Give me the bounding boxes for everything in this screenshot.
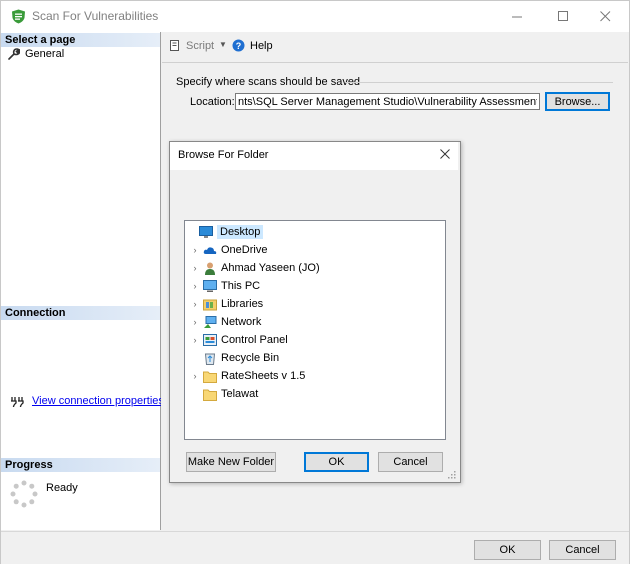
tree-item-label: Telawat [221, 388, 259, 400]
dialog-title: Browse For Folder [178, 149, 269, 161]
tree-item-label: Desktop [217, 225, 264, 239]
location-label: Location: [190, 96, 235, 108]
tree-item-telawat[interactable]: Telawat [185, 385, 258, 403]
tree-item-label: RateSheets v 1.5 [221, 370, 306, 382]
libraries-icon [203, 299, 217, 310]
tree-item-ratesheets[interactable]: › RateSheets v 1.5 [185, 367, 305, 385]
tree-item-user[interactable]: › Ahmad Yaseen (JO) [185, 259, 320, 277]
shield-app-icon [12, 9, 25, 24]
tree-item-desktop[interactable]: Desktop [185, 223, 264, 241]
folder-icon [203, 389, 217, 401]
cancel-button[interactable]: Cancel [549, 540, 616, 560]
resize-grip-icon[interactable] [447, 470, 456, 479]
maximize-icon [557, 11, 568, 21]
tree-item-label: This PC [221, 280, 261, 292]
tree-item-this-pc[interactable]: › This PC [185, 277, 260, 295]
help-button[interactable]: ? Help [232, 39, 273, 52]
chevron-right-icon: › [193, 281, 197, 291]
minimize-icon [511, 16, 522, 18]
computer-icon [203, 279, 217, 292]
svg-text:?: ? [236, 41, 242, 51]
tree-item-label: OneDrive [221, 244, 268, 256]
chevron-right-icon: › [193, 317, 197, 327]
close-icon [599, 11, 610, 22]
browse-button[interactable]: Browse... [545, 92, 610, 111]
folder-icon [203, 371, 217, 383]
user-icon [205, 262, 215, 275]
window-title: Scan For Vulnerabilities [32, 9, 159, 23]
close-button[interactable] [582, 1, 628, 32]
group-divider [345, 82, 613, 83]
help-label: Help [250, 39, 273, 52]
script-button[interactable]: Script [169, 39, 214, 52]
plug-icon [11, 397, 24, 408]
minimize-button[interactable] [494, 1, 540, 32]
folder-tree[interactable]: Desktop › OneDrive › Ahmad Yaseen (JO) ›… [184, 220, 446, 440]
recycle-bin-icon [204, 353, 216, 365]
progress-status: Ready [46, 482, 78, 494]
chevron-right-icon: › [193, 299, 197, 309]
network-icon [204, 315, 217, 328]
chevron-right-icon: › [193, 245, 197, 255]
make-new-folder-button[interactable]: Make New Folder [186, 452, 276, 472]
view-connection-properties-link[interactable]: View connection properties [32, 395, 164, 407]
tree-item-label: Control Panel [221, 334, 288, 346]
script-icon [170, 40, 179, 51]
select-page-header: Select a page [1, 33, 160, 47]
connection-header: Connection [1, 306, 160, 320]
progress-header: Progress [1, 458, 160, 472]
tree-item-libraries[interactable]: › Libraries [185, 295, 263, 313]
tree-item-label: Network [221, 316, 262, 328]
dialog-cancel-button[interactable]: Cancel [378, 452, 443, 472]
maximize-button[interactable] [540, 1, 586, 32]
ok-button[interactable]: OK [474, 540, 541, 560]
wrench-icon [8, 48, 20, 60]
close-icon [440, 149, 450, 159]
onedrive-icon [203, 246, 217, 254]
script-dropdown-icon[interactable]: ▼ [219, 40, 227, 49]
dialog-close-button[interactable] [434, 143, 456, 165]
tree-item-onedrive[interactable]: › OneDrive [185, 241, 268, 259]
help-icon: ? [232, 39, 245, 52]
dialog-ok-button[interactable]: OK [304, 452, 369, 472]
page-item-general[interactable]: General [8, 48, 64, 60]
tree-item-control-panel[interactable]: › Control Panel [185, 331, 288, 349]
tree-item-recycle-bin[interactable]: Recycle Bin [185, 349, 279, 367]
scan-location-group-label: Specify where scans should be saved [176, 76, 361, 88]
chevron-right-icon: › [193, 263, 197, 273]
desktop-icon [199, 225, 213, 238]
progress-spinner-icon [10, 480, 38, 508]
tree-item-label: Recycle Bin [221, 352, 280, 364]
location-input[interactable] [235, 93, 540, 110]
tree-item-label: Ahmad Yaseen (JO) [221, 262, 320, 274]
page-item-label: General [25, 48, 65, 60]
toolbar-divider [162, 62, 628, 63]
control-panel-icon [203, 333, 217, 346]
script-label: Script [186, 39, 215, 52]
left-pane [1, 32, 161, 530]
chevron-right-icon: › [193, 335, 197, 345]
tree-item-network[interactable]: › Network [185, 313, 261, 331]
tree-item-label: Libraries [221, 298, 264, 310]
chevron-right-icon: › [193, 371, 197, 381]
